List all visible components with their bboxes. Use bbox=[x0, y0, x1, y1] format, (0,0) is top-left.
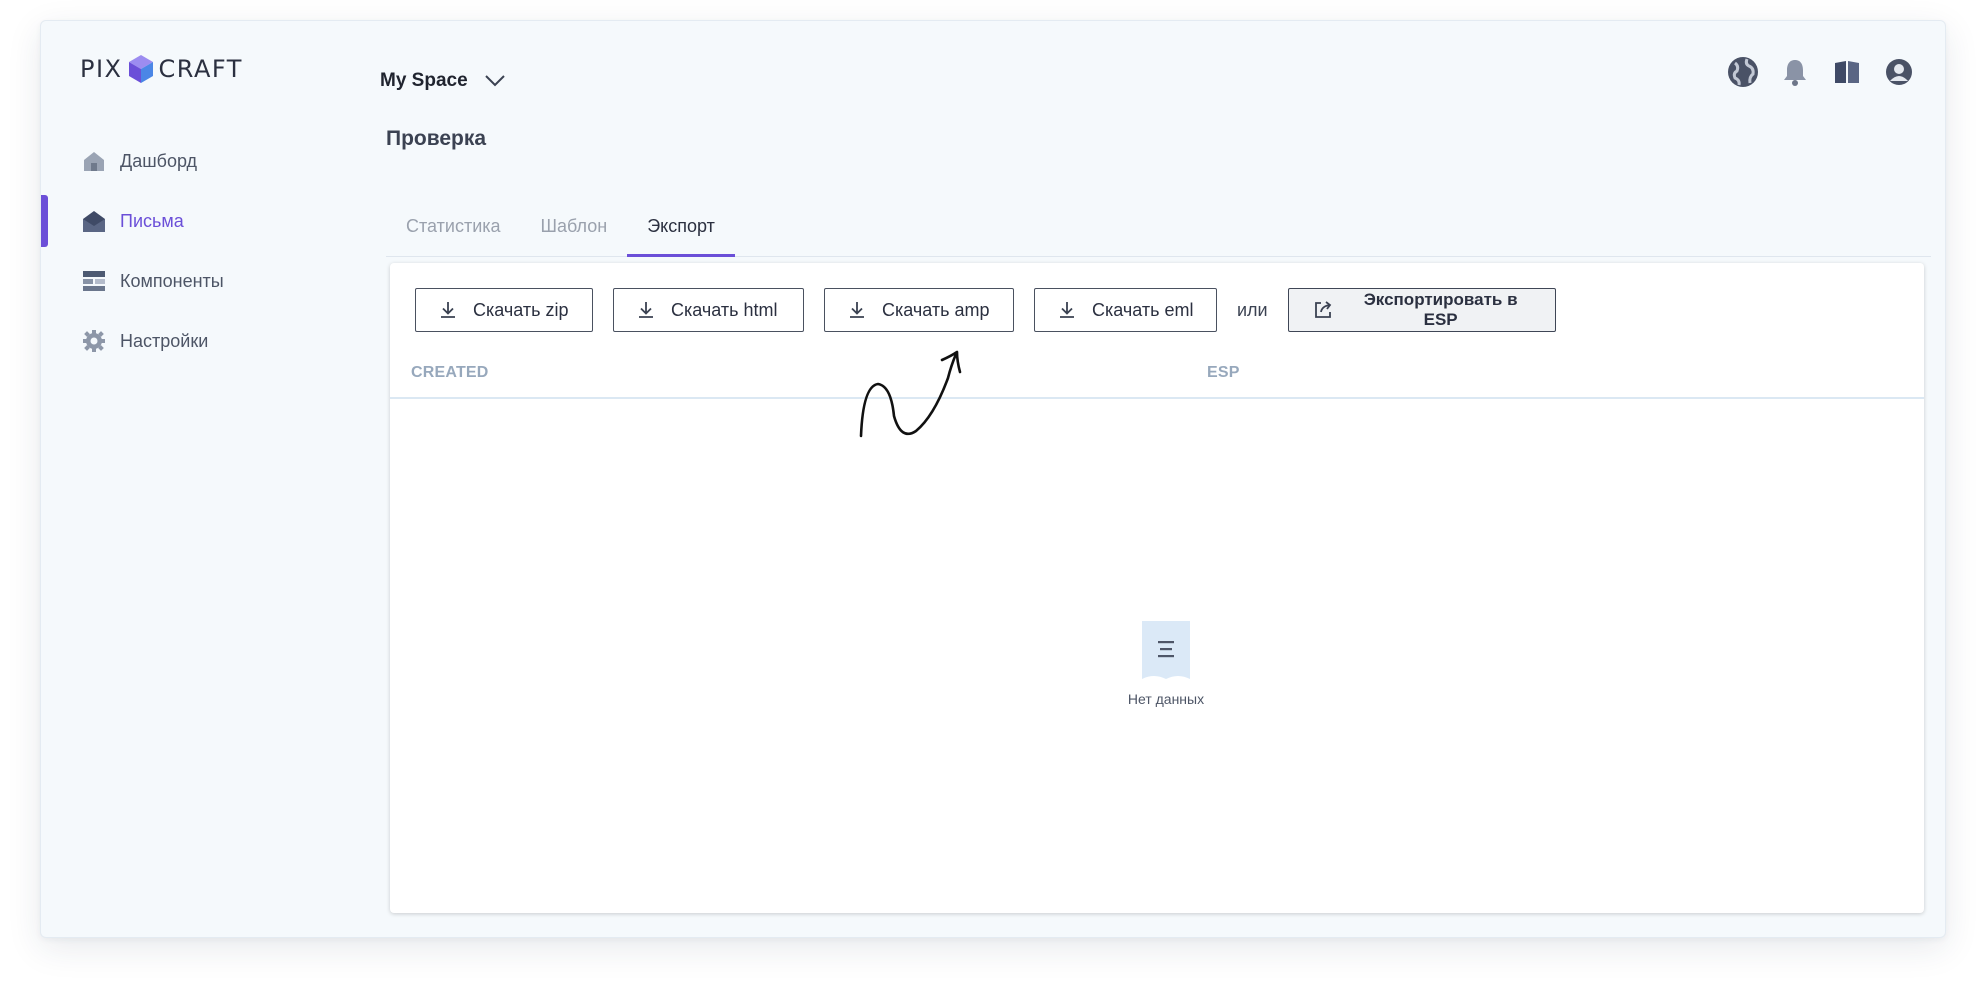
column-header-esp[interactable]: ESP bbox=[1207, 364, 1240, 382]
sidebar-item-label: Компоненты bbox=[120, 270, 224, 291]
bell-icon[interactable] bbox=[1779, 56, 1811, 88]
download-eml-label: Скачать eml bbox=[1092, 299, 1194, 320]
space-name: My Space bbox=[380, 70, 468, 91]
download-zip-label: Скачать zip bbox=[473, 299, 569, 320]
chevron-down-icon bbox=[484, 75, 505, 87]
app-window: PIX CRAFT Дашборд Письма Компоненты Наст… bbox=[40, 20, 1946, 938]
logo-text-right: CRAFT bbox=[158, 55, 243, 83]
components-icon bbox=[82, 269, 106, 293]
download-html-button[interactable]: Скачать html bbox=[613, 288, 804, 332]
export-toolbar: Скачать zip Скачать html Скачать amp Ска… bbox=[415, 288, 1556, 332]
download-eml-button[interactable]: Скачать eml bbox=[1034, 288, 1217, 332]
sidebar-item-dashboard[interactable]: Дашборд bbox=[41, 131, 341, 191]
gear-icon bbox=[82, 329, 106, 353]
export-card: Скачать zip Скачать html Скачать amp Ска… bbox=[390, 263, 1924, 913]
sidebar-item-label: Настройки bbox=[120, 330, 209, 351]
external-export-icon bbox=[1313, 300, 1333, 320]
logo-cube-icon bbox=[128, 55, 153, 83]
column-header-created[interactable]: CREATED bbox=[411, 364, 489, 382]
table-header: CREATED ESP bbox=[390, 355, 1924, 399]
download-icon bbox=[1057, 300, 1077, 320]
download-amp-button[interactable]: Скачать amp bbox=[824, 288, 1014, 332]
header-actions bbox=[1707, 56, 1915, 88]
or-separator: или bbox=[1237, 299, 1268, 320]
download-zip-button[interactable]: Скачать zip bbox=[415, 288, 593, 332]
sidebar-item-letters[interactable]: Письма bbox=[41, 191, 341, 251]
logo-text-left: PIX bbox=[80, 55, 123, 83]
export-to-esp-label: Экспортировать в ESP bbox=[1363, 290, 1518, 329]
tab-template[interactable]: Шаблон bbox=[521, 195, 628, 257]
empty-state-text: Нет данных bbox=[1127, 691, 1205, 707]
download-html-label: Скачать html bbox=[671, 299, 778, 320]
empty-document-icon bbox=[1142, 621, 1190, 679]
space-switcher[interactable]: My Space bbox=[380, 70, 506, 92]
sidebar: Дашборд Письма Компоненты Настройки bbox=[41, 131, 341, 371]
sidebar-item-label: Дашборд bbox=[120, 150, 198, 171]
globe-icon[interactable] bbox=[1727, 56, 1759, 88]
download-icon bbox=[438, 300, 458, 320]
home-icon bbox=[82, 149, 106, 173]
empty-state: Нет данных bbox=[1121, 621, 1211, 707]
download-icon bbox=[636, 300, 656, 320]
tab-bar: Статистика Шаблон Экспорт bbox=[386, 195, 1931, 257]
book-icon[interactable] bbox=[1831, 56, 1863, 88]
download-icon bbox=[847, 300, 867, 320]
tab-export[interactable]: Экспорт bbox=[627, 195, 735, 257]
download-amp-label: Скачать amp bbox=[882, 299, 990, 320]
page-title: Проверка bbox=[386, 127, 487, 150]
sidebar-item-components[interactable]: Компоненты bbox=[41, 251, 341, 311]
user-icon[interactable] bbox=[1883, 56, 1915, 88]
envelope-icon bbox=[82, 209, 106, 233]
tab-statistics[interactable]: Статистика bbox=[386, 195, 521, 257]
export-to-esp-button[interactable]: Экспортировать в ESP bbox=[1287, 288, 1556, 332]
logo[interactable]: PIX CRAFT bbox=[80, 52, 243, 86]
sidebar-item-label: Письма bbox=[120, 210, 184, 231]
sidebar-item-settings[interactable]: Настройки bbox=[41, 311, 341, 371]
